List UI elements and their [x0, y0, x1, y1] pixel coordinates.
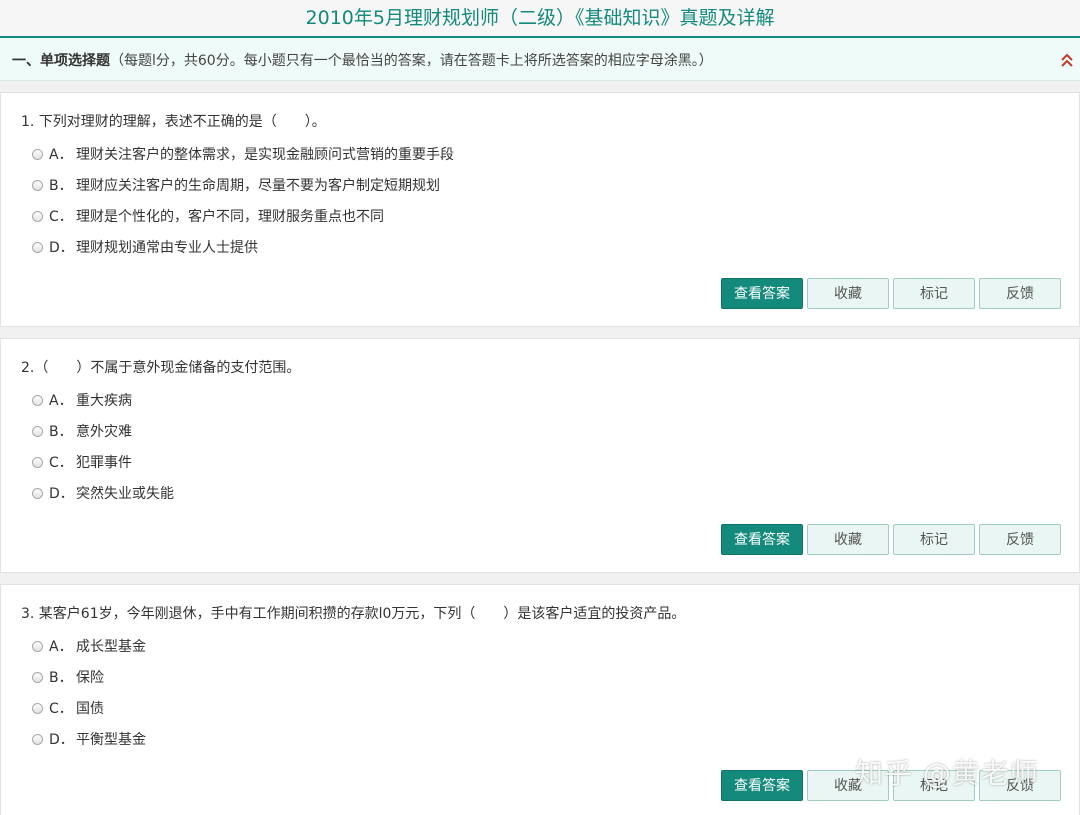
- radio-button[interactable]: [32, 640, 43, 652]
- radio-button[interactable]: [32, 425, 43, 437]
- view-answer-button[interactable]: 查看答案: [721, 770, 803, 801]
- option-b[interactable]: B． 保险: [32, 667, 104, 687]
- option-letter: B．: [49, 670, 73, 686]
- radio-button[interactable]: [32, 241, 43, 253]
- option-text: 保险: [76, 670, 104, 686]
- option-text: 重大疾病: [76, 393, 132, 409]
- section-description: 一、单项选择题（每题l分，共60分。每小题只有一个最恰当的答案，请在答题卡上将所…: [12, 50, 713, 70]
- radio-button[interactable]: [32, 733, 43, 745]
- question-card-2: 2.（ ）不属于意外现金储备的支付范围。 A． 重大疾病 B． 意外灾难 C． …: [0, 338, 1080, 573]
- page-title: 2010年5月理财规划师（二级）《基础知识》真题及详解: [0, 0, 1080, 38]
- mark-button[interactable]: 标记: [893, 524, 975, 555]
- option-d[interactable]: D． 平衡型基金: [32, 729, 146, 749]
- option-text: 理财关注客户的整体需求，是实现金融顾问式营销的重要手段: [76, 147, 454, 163]
- radio-button[interactable]: [32, 456, 43, 468]
- option-c[interactable]: C． 理财是个性化的，客户不同，理财服务重点也不同: [32, 206, 384, 226]
- option-text: 犯罪事件: [76, 455, 132, 471]
- option-letter: A．: [49, 639, 73, 655]
- option-c[interactable]: C． 国债: [32, 698, 104, 718]
- option-a[interactable]: A． 成长型基金: [32, 636, 146, 656]
- view-answer-button[interactable]: 查看答案: [721, 524, 803, 555]
- double-chevron-up-icon[interactable]: [1060, 52, 1074, 68]
- option-letter: D．: [49, 732, 74, 748]
- option-letter: C．: [49, 701, 73, 717]
- radio-button[interactable]: [32, 671, 43, 683]
- question-actions: 查看答案 收藏 标记 反馈: [721, 524, 1061, 555]
- option-text: 理财应关注客户的生命周期，尽量不要为客户制定短期规划: [76, 178, 440, 194]
- section-header: 一、单项选择题（每题l分，共60分。每小题只有一个最恰当的答案，请在答题卡上将所…: [0, 38, 1080, 81]
- question-card-1: 1. 下列对理财的理解，表述不正确的是（ ）。 A． 理财关注客户的整体需求，是…: [0, 92, 1080, 327]
- option-text: 国债: [76, 701, 104, 717]
- feedback-button[interactable]: 反馈: [979, 278, 1061, 309]
- question-actions: 查看答案 收藏 标记 反馈: [721, 278, 1061, 309]
- watermark: 知乎 @黄老师: [855, 757, 1039, 790]
- section-instructions: （每题l分，共60分。每小题只有一个最恰当的答案，请在答题卡上将所选答案的相应字…: [110, 53, 713, 69]
- option-text: 突然失业或失能: [76, 486, 174, 502]
- option-letter: A．: [49, 147, 73, 163]
- favorite-button[interactable]: 收藏: [807, 524, 889, 555]
- option-text: 意外灾难: [76, 424, 132, 440]
- option-d[interactable]: D． 突然失业或失能: [32, 483, 174, 503]
- option-text: 平衡型基金: [76, 732, 146, 748]
- option-letter: C．: [49, 455, 73, 471]
- option-text: 理财是个性化的，客户不同，理财服务重点也不同: [76, 209, 384, 225]
- option-letter: C．: [49, 209, 73, 225]
- option-letter: B．: [49, 424, 73, 440]
- radio-button[interactable]: [32, 394, 43, 406]
- option-b[interactable]: B． 意外灾难: [32, 421, 132, 441]
- option-text: 理财规划通常由专业人士提供: [76, 240, 258, 256]
- question-text: 3. 某客户61岁，今年刚退休，手中有工作期间积攒的存款l0万元，下列（ ）是该…: [21, 606, 686, 622]
- option-text: 成长型基金: [76, 639, 146, 655]
- question-text: 2.（ ）不属于意外现金储备的支付范围。: [21, 360, 301, 376]
- option-letter: D．: [49, 240, 74, 256]
- option-a[interactable]: A． 理财关注客户的整体需求，是实现金融顾问式营销的重要手段: [32, 144, 454, 164]
- option-b[interactable]: B． 理财应关注客户的生命周期，尽量不要为客户制定短期规划: [32, 175, 440, 195]
- option-letter: A．: [49, 393, 73, 409]
- option-d[interactable]: D． 理财规划通常由专业人士提供: [32, 237, 258, 257]
- question-text: 1. 下列对理财的理解，表述不正确的是（ ）。: [21, 114, 326, 130]
- radio-button[interactable]: [32, 702, 43, 714]
- option-letter: B．: [49, 178, 73, 194]
- radio-button[interactable]: [32, 487, 43, 499]
- option-c[interactable]: C． 犯罪事件: [32, 452, 132, 472]
- radio-button[interactable]: [32, 210, 43, 222]
- radio-button[interactable]: [32, 179, 43, 191]
- feedback-button[interactable]: 反馈: [979, 524, 1061, 555]
- section-heading: 一、单项选择题: [12, 53, 110, 69]
- radio-button[interactable]: [32, 148, 43, 160]
- option-a[interactable]: A． 重大疾病: [32, 390, 132, 410]
- mark-button[interactable]: 标记: [893, 278, 975, 309]
- view-answer-button[interactable]: 查看答案: [721, 278, 803, 309]
- favorite-button[interactable]: 收藏: [807, 278, 889, 309]
- option-letter: D．: [49, 486, 74, 502]
